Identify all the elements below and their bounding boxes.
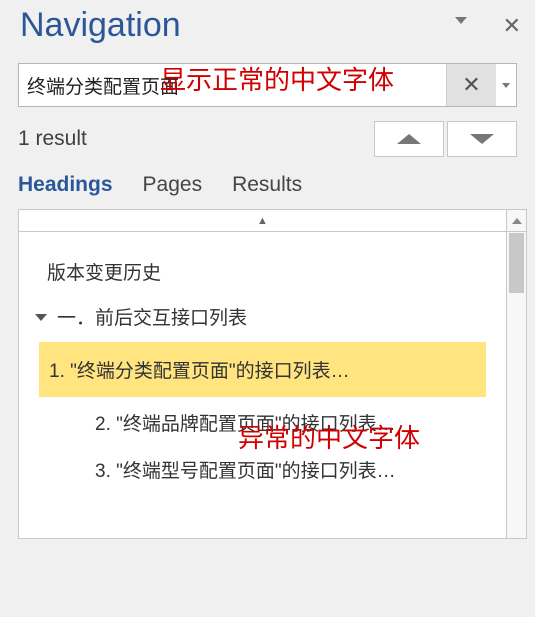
heading-item[interactable]: 2. "终端品牌配置页面"的接口列表… [39, 401, 486, 444]
heading-item-expandable[interactable]: 一．前后交互接口列表 [29, 293, 496, 338]
tab-pages[interactable]: Pages [143, 173, 203, 197]
titlebar: Navigation ✕ [0, 0, 535, 49]
search-input[interactable] [19, 64, 446, 106]
arrow-down-icon [470, 134, 494, 144]
chevron-down-icon [502, 83, 510, 88]
title-controls: ✕ [455, 17, 521, 35]
next-result-button[interactable] [447, 121, 517, 157]
heading-item[interactable]: 3. "终端型号配置页面"的接口列表… [39, 448, 486, 491]
outline-body: ▲ 版本变更历史 一．前后交互接口列表 1. "终端分类配置页面"的接口列表… … [19, 210, 506, 538]
scrollbar[interactable] [506, 210, 526, 538]
pane-options-icon[interactable] [455, 17, 467, 24]
headings-tree: 版本变更历史 一．前后交互接口列表 1. "终端分类配置页面"的接口列表… 2.… [19, 232, 506, 505]
heading-item[interactable]: 版本变更历史 [29, 250, 496, 293]
navigation-pane: Navigation ✕ ✕ 1 result Headings Pages R… [0, 0, 535, 617]
prev-result-button[interactable] [374, 121, 444, 157]
tab-results[interactable]: Results [232, 173, 302, 197]
close-icon[interactable]: ✕ [503, 17, 521, 35]
result-count: 1 result [18, 127, 371, 151]
search-options-dropdown[interactable] [496, 64, 516, 106]
pane-title: Navigation [20, 6, 455, 45]
nav-tabs: Headings Pages Results [0, 167, 535, 209]
tab-headings[interactable]: Headings [18, 173, 113, 197]
search-box: ✕ [18, 63, 517, 107]
arrow-up-icon [397, 134, 421, 144]
result-row: 1 result [0, 117, 535, 167]
heading-item-highlighted[interactable]: 1. "终端分类配置页面"的接口列表… [39, 342, 486, 397]
jump-bar[interactable]: ▲ [19, 210, 506, 232]
arrow-up-icon [512, 218, 522, 224]
clear-search-button[interactable]: ✕ [446, 64, 496, 106]
scroll-thumb[interactable] [509, 233, 524, 293]
scroll-up-button[interactable] [507, 210, 526, 232]
headings-outline: ▲ 版本变更历史 一．前后交互接口列表 1. "终端分类配置页面"的接口列表… … [18, 209, 527, 539]
heading-label: 一．前后交互接口列表 [57, 303, 247, 330]
expand-caret-icon[interactable] [35, 314, 47, 321]
